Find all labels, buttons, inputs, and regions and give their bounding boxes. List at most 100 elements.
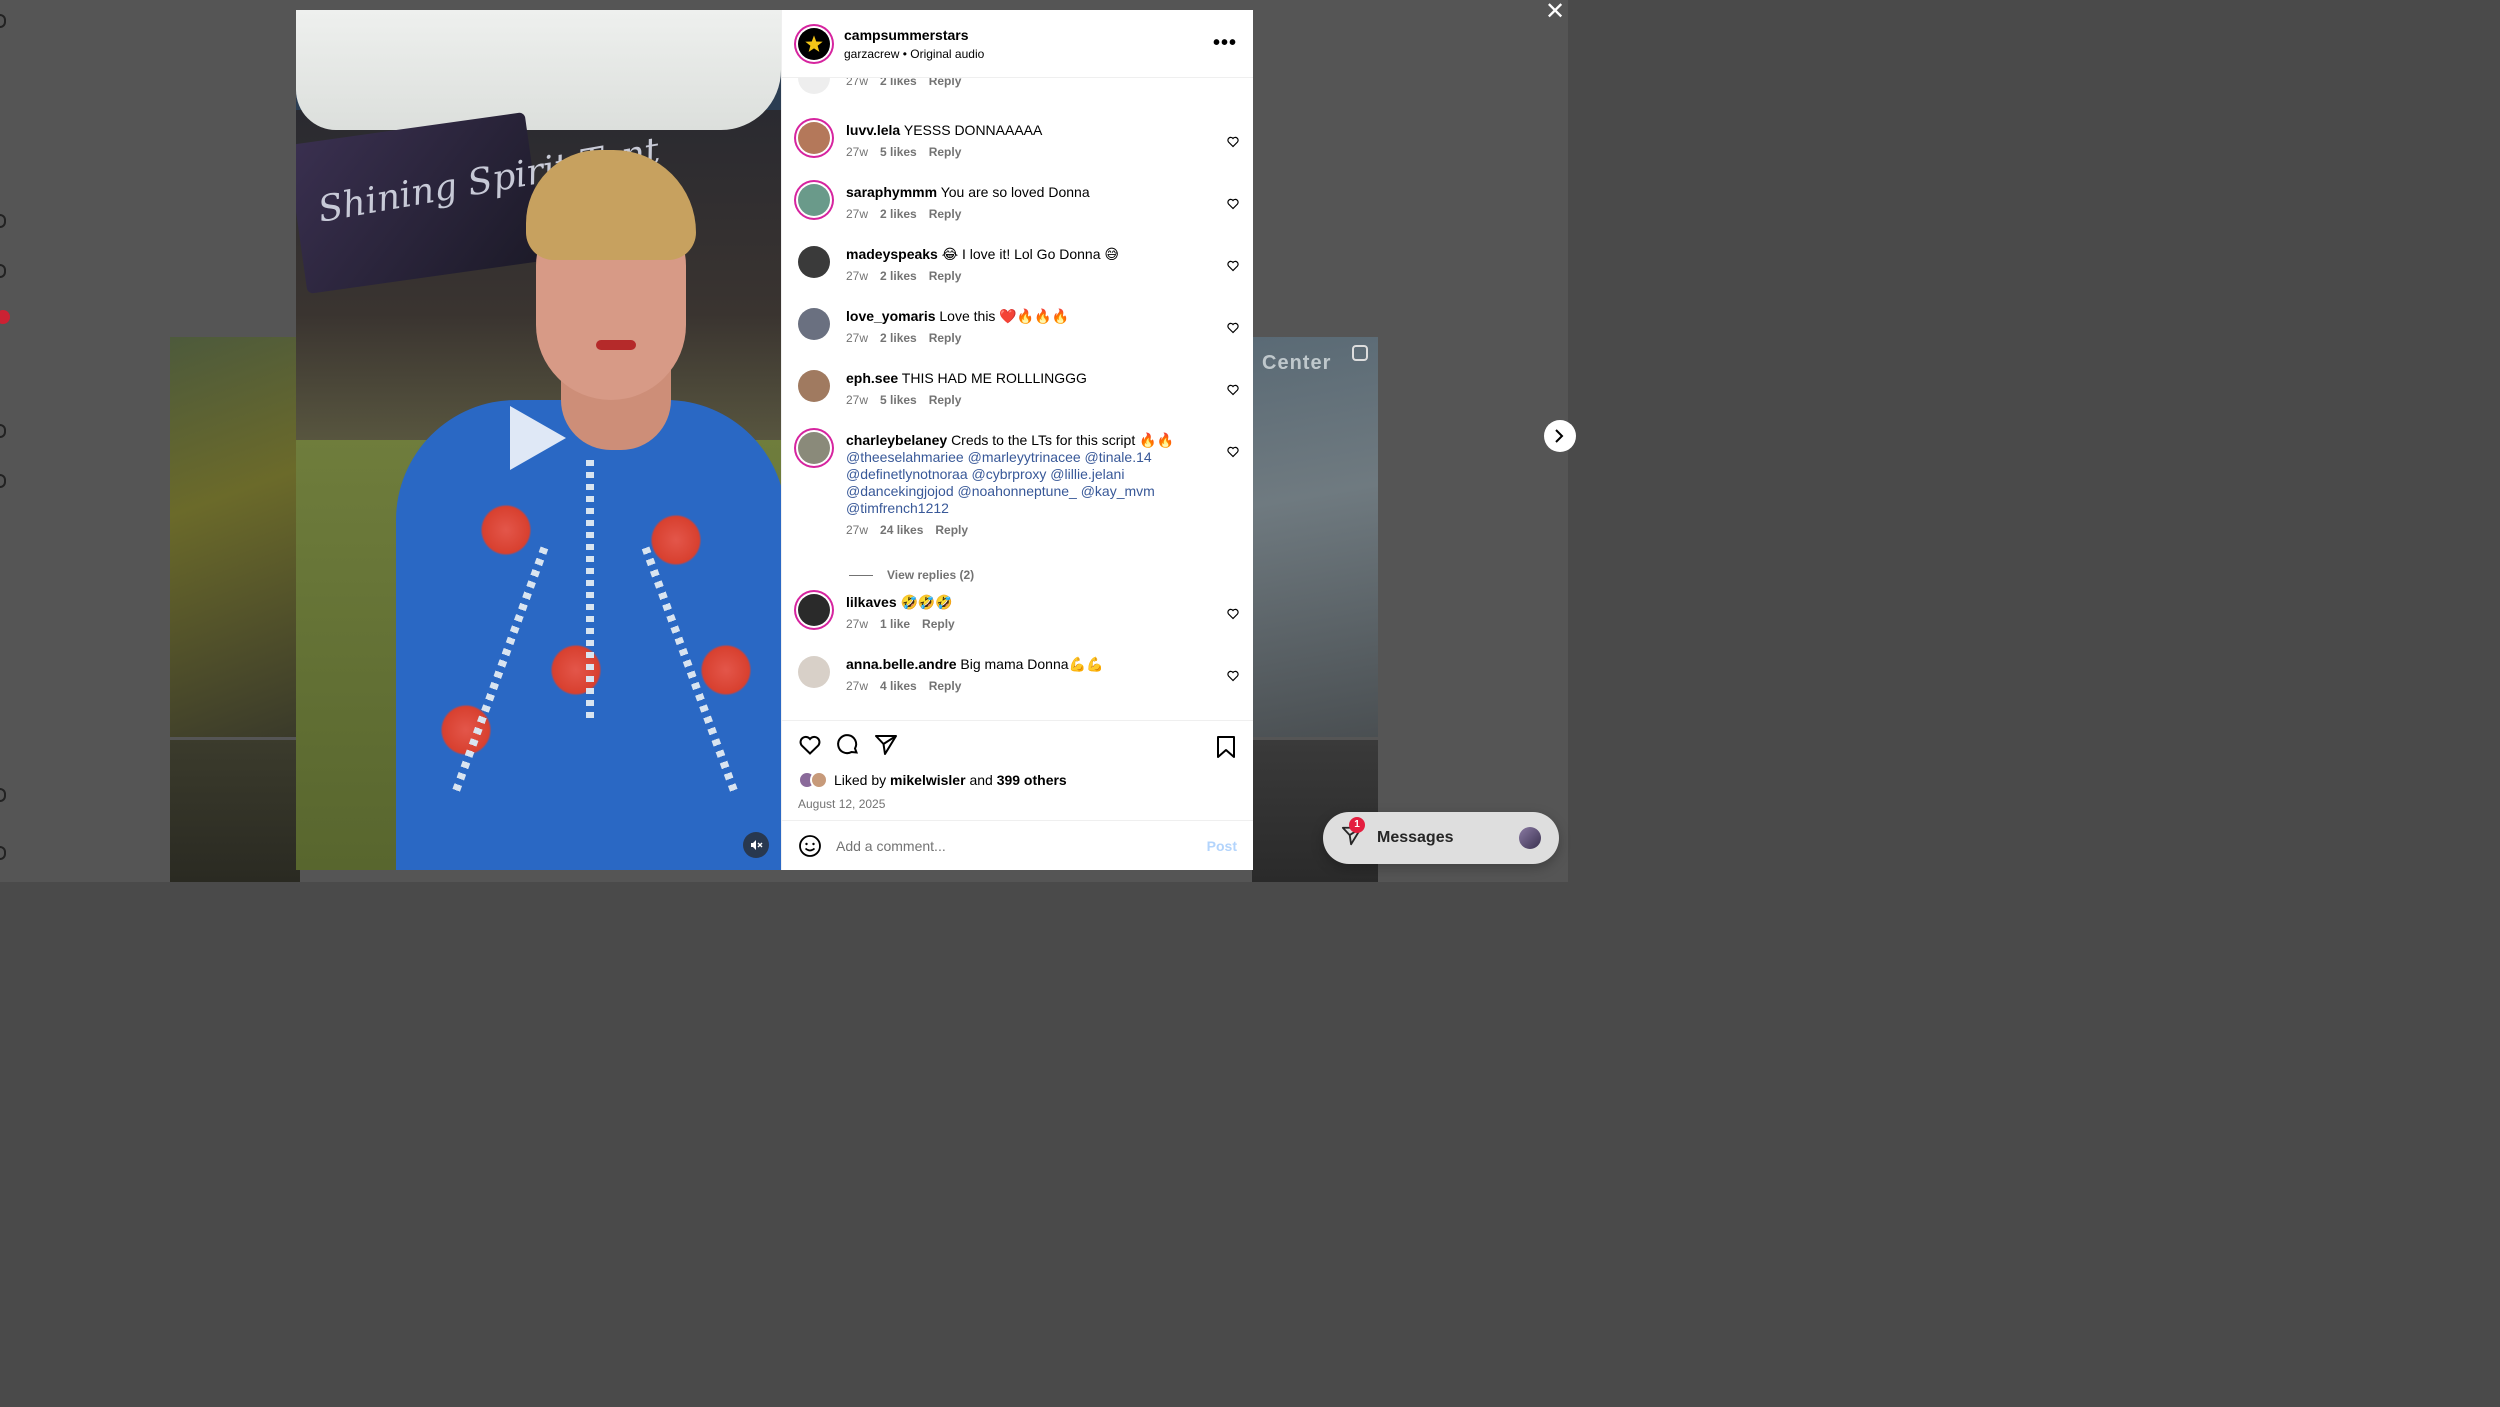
comment-username[interactable]: saraphymmm: [846, 184, 937, 200]
heart-icon[interactable]: [798, 733, 822, 757]
comment-username[interactable]: love_yomaris: [846, 308, 936, 324]
mute-icon[interactable]: [743, 832, 769, 858]
nav-icon[interactable]: [0, 788, 6, 802]
comment-username[interactable]: lilkaves: [846, 594, 897, 610]
post-subline: garzacrew • Original audio: [844, 46, 985, 61]
comment-item: eph.see THIS HAD ME ROLLLINGGG 27w 5 like…: [782, 370, 1253, 432]
reel-video[interactable]: Shining Spirit Tent: [296, 10, 781, 870]
liker-avatar[interactable]: [810, 771, 828, 789]
like-comment-heart-icon[interactable]: [1227, 198, 1239, 210]
like-comment-heart-icon[interactable]: [1227, 136, 1239, 148]
comment-username[interactable]: madeyspeaks: [846, 246, 938, 262]
reel-icon: [1352, 345, 1368, 361]
reply-button[interactable]: Reply: [929, 78, 962, 88]
comment-item: lilkaves 🤣🤣🤣 27w 1 like Reply: [782, 594, 1253, 656]
post-actions: Liked by mikelwisler and 399 others Augu…: [782, 720, 1253, 820]
reply-button[interactable]: Reply: [929, 269, 962, 283]
comment-item: charleybelaney Creds to the LTs for this…: [782, 432, 1253, 556]
chevron-right-icon: [1555, 429, 1564, 443]
comment-text: YESSS DONNAAAAA: [903, 122, 1043, 138]
reply-button[interactable]: Reply: [935, 523, 968, 537]
nav-icon[interactable]: [0, 474, 6, 488]
view-replies-button[interactable]: View replies (2): [782, 556, 1253, 594]
comment-username[interactable]: charleybelaney: [846, 432, 947, 448]
grid-post-thumbnail[interactable]: [170, 337, 300, 737]
commenter-avatar[interactable]: [798, 594, 830, 626]
nav-icon[interactable]: [0, 424, 6, 438]
post-comment-button[interactable]: Post: [1207, 838, 1237, 854]
nav-icon[interactable]: [0, 264, 6, 278]
commenter-avatar[interactable]: [798, 308, 830, 340]
likes-count[interactable]: 399 others: [997, 772, 1067, 788]
notification-dot: [0, 310, 10, 324]
comment-item: anna.belle.andre Big mama Donna💪💪 27w 4 l…: [782, 656, 1253, 718]
reply-button[interactable]: Reply: [929, 393, 962, 407]
comment-text: You are so loved Donna: [940, 184, 1090, 200]
messages-button[interactable]: 1 Messages: [1323, 812, 1559, 864]
comment-item: 27w 2 likes Reply: [782, 78, 1253, 94]
post-side-panel: campsummerstars garzacrew • Original aud…: [781, 10, 1253, 870]
reply-button[interactable]: Reply: [922, 617, 955, 631]
grid-post-thumbnail[interactable]: [1252, 337, 1378, 737]
comments-list[interactable]: 27w 2 likes Reply luvv.lela YESSS DONNAA…: [782, 78, 1253, 720]
comment-item: madeyspeaks 😂 I love it! Lol Go Donna 😅 …: [782, 246, 1253, 308]
post-modal: Shining Spirit Tent campsummerstars garz…: [296, 10, 1253, 870]
star-logo-icon: [802, 32, 826, 54]
commenter-avatar[interactable]: [798, 246, 830, 278]
comment-text: 😂 I love it! Lol Go Donna 😅: [941, 246, 1119, 262]
commenter-avatar[interactable]: [798, 184, 830, 216]
nav-icon[interactable]: [0, 214, 6, 228]
nav-icon[interactable]: [0, 14, 6, 28]
author-avatar[interactable]: [798, 27, 830, 60]
comment-mentions[interactable]: @timfrench1212: [846, 500, 949, 516]
audio-link[interactable]: Original audio: [910, 47, 984, 61]
left-nav-rail: [0, 0, 10, 882]
comment-mentions[interactable]: @definetlynotnoraa @cybrproxy @lillie.je…: [846, 466, 1124, 482]
comment-username[interactable]: luvv.lela: [846, 122, 900, 138]
bookmark-icon[interactable]: [1215, 735, 1237, 764]
commenter-avatar[interactable]: [798, 122, 830, 154]
grid-post-thumbnail[interactable]: [170, 740, 300, 882]
commenter-avatar[interactable]: [798, 370, 830, 402]
comment-username[interactable]: anna.belle.andre: [846, 656, 956, 672]
reply-button[interactable]: Reply: [929, 145, 962, 159]
post-author[interactable]: campsummerstars: [844, 27, 1213, 43]
comment-mentions[interactable]: @theeselahmariee @marleyytrinacee @tinal…: [846, 449, 1152, 465]
collaborator-link[interactable]: garzacrew: [844, 47, 899, 61]
post-date[interactable]: August 12, 2025: [798, 797, 1237, 811]
comment-text: 🤣🤣🤣: [900, 594, 953, 610]
share-icon[interactable]: [874, 733, 898, 757]
next-post-button[interactable]: [1544, 420, 1576, 452]
comment-username[interactable]: eph.see: [846, 370, 898, 386]
like-comment-heart-icon[interactable]: [1227, 670, 1239, 682]
comment-mentions[interactable]: @dancekingjojod @noahonneptune_ @kay_mvm: [846, 483, 1155, 499]
reply-button[interactable]: Reply: [929, 207, 962, 221]
like-comment-heart-icon[interactable]: [1227, 260, 1239, 272]
comment-item: saraphymmm You are so loved Donna 27w 2 l…: [782, 184, 1253, 246]
add-comment-bar: Post: [782, 820, 1253, 870]
comment-icon[interactable]: [836, 733, 860, 757]
close-icon[interactable]: ✕: [1544, 0, 1566, 24]
comment-input[interactable]: [836, 837, 1207, 854]
liked-by-row: Liked by mikelwisler and 399 others: [798, 771, 1237, 789]
commenter-avatar[interactable]: [798, 656, 830, 688]
messages-label: Messages: [1377, 829, 1454, 846]
like-comment-heart-icon[interactable]: [1227, 608, 1239, 620]
play-icon[interactable]: [510, 406, 566, 470]
emoji-icon[interactable]: [798, 834, 822, 858]
like-comment-heart-icon[interactable]: [1227, 384, 1239, 396]
reply-button[interactable]: Reply: [929, 679, 962, 693]
comment-item: luvv.lela YESSS DONNAAAAA 27w 5 likes Repl…: [782, 122, 1253, 184]
liker-username[interactable]: mikelwisler: [890, 772, 966, 788]
post-header: campsummerstars garzacrew • Original aud…: [782, 10, 1253, 78]
reply-button[interactable]: Reply: [929, 331, 962, 345]
comment-text: Big mama Donna💪💪: [960, 656, 1104, 672]
nav-icon[interactable]: [0, 846, 6, 860]
tent-canopy: [296, 10, 781, 130]
commenter-avatar[interactable]: [798, 432, 830, 464]
commenter-avatar[interactable]: [798, 78, 830, 94]
like-comment-heart-icon[interactable]: [1227, 446, 1239, 458]
like-comment-heart-icon[interactable]: [1227, 322, 1239, 334]
more-options-icon[interactable]: •••: [1213, 32, 1237, 55]
unread-badge: 1: [1349, 816, 1365, 833]
